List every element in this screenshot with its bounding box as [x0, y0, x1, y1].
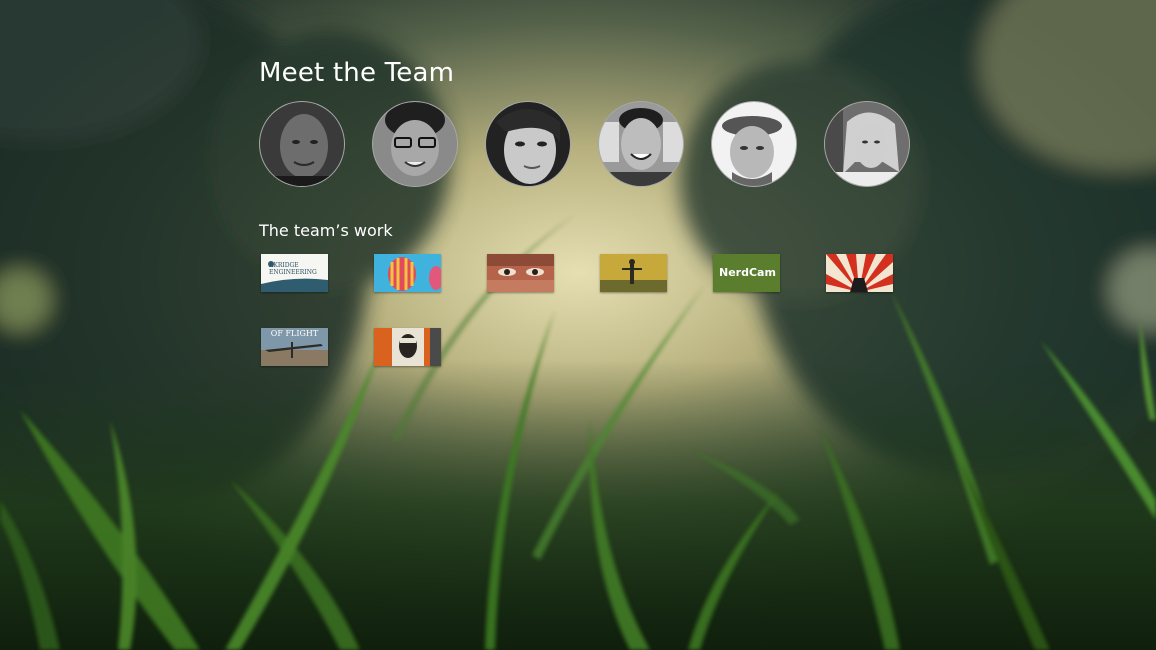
page-title: Meet the Team — [259, 58, 455, 88]
work-thumbnail-figure[interactable] — [600, 254, 667, 292]
avatar[interactable] — [824, 101, 910, 187]
work-thumbnail-nerdcam[interactable]: NerdCam — [713, 254, 780, 292]
thumbnail-label: AKRIDGE ENGINEERING — [269, 262, 317, 276]
team-section: Meet the Team The team’s work AKRIDGE EN… — [259, 58, 1119, 366]
work-thumbnail-flight[interactable]: OF FLIGHT — [261, 328, 328, 366]
avatar[interactable] — [485, 101, 571, 187]
thumbnail-label: OF FLIGHT — [270, 329, 319, 338]
avatar[interactable] — [259, 101, 345, 187]
work-heading: The team’s work — [259, 221, 393, 240]
work-thumbnail-eyes[interactable] — [487, 254, 554, 292]
thumbnail-label: NerdCam — [719, 266, 776, 279]
work-thumbnail-sunburst[interactable] — [826, 254, 893, 292]
avatar[interactable] — [372, 101, 458, 187]
grass-background — [0, 0, 1156, 650]
avatar[interactable] — [598, 101, 684, 187]
work-thumbnail-portrait[interactable] — [374, 328, 441, 366]
work-thumbnail-akridge[interactable]: AKRIDGE ENGINEERING — [261, 254, 328, 292]
team-avatars — [259, 101, 1119, 187]
avatar[interactable] — [711, 101, 797, 187]
work-thumbnail-balloons[interactable] — [374, 254, 441, 292]
